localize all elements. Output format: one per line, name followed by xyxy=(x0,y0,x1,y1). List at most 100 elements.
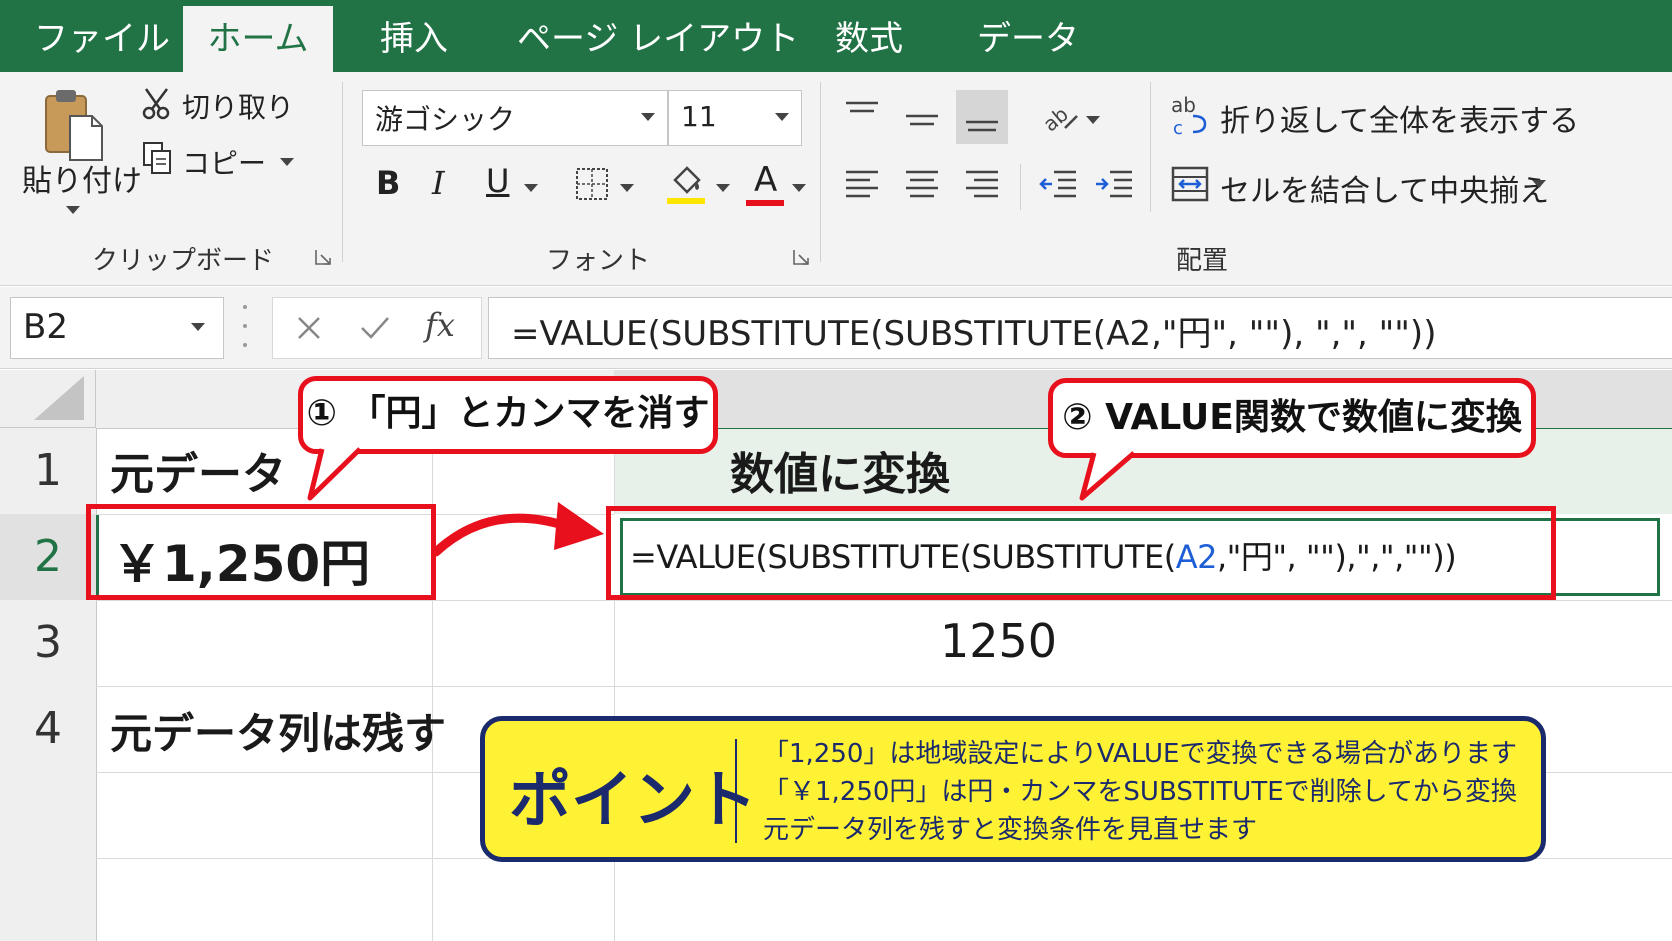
group-separator xyxy=(820,82,821,262)
row-header-4[interactable]: 4 xyxy=(0,686,97,773)
wrap-text-button[interactable]: 折り返して全体を表示する xyxy=(1220,96,1579,140)
gridline xyxy=(96,600,1672,601)
select-all-corner[interactable] xyxy=(0,370,96,428)
clipboard-paste-icon xyxy=(45,90,103,161)
borders-icon[interactable] xyxy=(572,164,612,204)
align-right-icon[interactable] xyxy=(960,164,1004,204)
insert-function-button[interactable]: fx xyxy=(425,306,455,344)
font-color-dropdown-caret[interactable] xyxy=(792,184,806,192)
worksheet-grid: A B 1 2 3 4 元データ 数値に変換 ￥1,250円 =VALUE(SU… xyxy=(0,370,1672,941)
fill-color-icon[interactable] xyxy=(666,162,706,206)
row-header-6[interactable] xyxy=(0,858,97,941)
group-separator xyxy=(1150,82,1151,212)
b2-highlight-box xyxy=(606,506,1556,600)
ribbon: 貼り付け 切り取り コピー クリップボード 游ゴシック 11 B I U A フ… xyxy=(0,72,1672,286)
bold-button[interactable]: B xyxy=(376,164,400,202)
point-line-2: 「￥1,250円」は円・カンマをSUBSTITUTEで削除してから変換 xyxy=(763,777,1517,807)
cancel-icon[interactable] xyxy=(291,310,327,346)
tab-home[interactable]: ホーム xyxy=(183,6,333,72)
group-separator xyxy=(342,82,343,262)
borders-dropdown-caret[interactable] xyxy=(620,184,634,192)
decrease-indent-icon[interactable] xyxy=(1036,164,1080,204)
enter-check-icon[interactable] xyxy=(357,310,393,346)
row-header-2[interactable]: 2 xyxy=(0,514,99,601)
formula-bar-grip[interactable] xyxy=(240,305,250,347)
copy-dropdown-caret[interactable] xyxy=(280,158,294,166)
dialog-launcher-icon[interactable] xyxy=(314,248,332,266)
group-separator xyxy=(1020,164,1021,210)
align-bottom-icon[interactable] xyxy=(956,90,1008,144)
cell-a4[interactable]: 元データ列は残す xyxy=(110,700,446,761)
merge-center-icon[interactable] xyxy=(1168,162,1212,206)
copy-icon xyxy=(140,140,174,176)
point-note-box: ポイント 「1,250」は地域設定によりVALUEで変換できる場合があります 「… xyxy=(480,716,1546,862)
row-header-3[interactable]: 3 xyxy=(0,600,97,687)
tab-data[interactable]: データ xyxy=(977,14,1079,72)
scissors-icon xyxy=(140,86,174,122)
tab-file[interactable]: ファイル xyxy=(34,14,170,72)
fill-color-dropdown-caret[interactable] xyxy=(716,184,730,192)
point-body: 「1,250」は地域設定によりVALUEで変換できる場合があります 「￥1,25… xyxy=(763,735,1517,849)
font-group-label: フォント xyxy=(546,246,651,276)
arrow-icon xyxy=(431,502,604,557)
svg-text:ab: ab xyxy=(1039,102,1073,136)
fill-color-swatch xyxy=(667,198,705,204)
clipboard-group-label: クリップボード xyxy=(92,246,275,276)
point-line-3: 元データ列を残すと変換条件を見直せます xyxy=(763,815,1258,845)
copy-button[interactable]: コピー xyxy=(182,142,266,182)
font-color-swatch xyxy=(746,200,784,206)
tab-insert[interactable]: 挿入 xyxy=(380,14,448,72)
paste-label[interactable]: 貼り付け xyxy=(22,156,142,200)
alignment-group-label: 配置 xyxy=(1176,246,1229,276)
chevron-down-icon xyxy=(191,323,205,331)
cell-b3[interactable]: 1250 xyxy=(940,614,1057,668)
font-size-value: 11 xyxy=(681,100,717,133)
italic-button[interactable]: I xyxy=(432,164,445,202)
callout-step-2: ② VALUE関数で数値に変換 xyxy=(1048,378,1536,458)
ribbon-tab-bar: ファイル ホーム 挿入 ページ レイアウト 数式 データ xyxy=(0,0,1672,72)
paste-button[interactable] xyxy=(40,86,110,164)
font-name-dropdown[interactable]: 游ゴシック xyxy=(362,90,668,146)
cut-button[interactable]: 切り取り xyxy=(182,86,294,126)
formula-input[interactable]: =VALUE(SUBSTITUTE(SUBSTITUTE(A2,"円", "")… xyxy=(488,297,1672,359)
font-color-button[interactable]: A xyxy=(754,160,777,200)
align-center-icon[interactable] xyxy=(900,164,944,204)
svg-text:c: c xyxy=(1173,118,1183,139)
name-box[interactable]: B2 xyxy=(10,297,224,359)
row-header-1[interactable]: 1 xyxy=(0,428,97,515)
paste-dropdown-caret[interactable] xyxy=(66,206,80,214)
a2-highlight-box xyxy=(86,504,436,600)
point-divider xyxy=(735,739,737,843)
chevron-down-icon xyxy=(775,113,789,121)
dialog-launcher-icon[interactable] xyxy=(792,248,810,266)
font-size-dropdown[interactable]: 11 xyxy=(668,90,802,146)
formula-text: =VALUE(SUBSTITUTE(SUBSTITUTE(A2,"円", "")… xyxy=(511,314,1437,354)
callout-tail xyxy=(1079,450,1136,501)
cell-b1[interactable]: 数値に変換 xyxy=(730,438,950,502)
formula-buttons: fx xyxy=(272,297,482,359)
orientation-icon[interactable]: ab xyxy=(1036,96,1086,140)
merge-dropdown-caret[interactable] xyxy=(1532,180,1546,188)
align-middle-icon[interactable] xyxy=(900,102,944,142)
name-box-value: B2 xyxy=(23,307,68,347)
cell-a1[interactable]: 元データ xyxy=(110,438,286,502)
orientation-dropdown-caret[interactable] xyxy=(1086,116,1100,124)
gridline xyxy=(96,686,1672,687)
formula-bar: B2 fx =VALUE(SUBSTITUTE(SUBSTITUTE(A2,"円… xyxy=(0,287,1672,369)
callout-tail xyxy=(307,446,362,501)
point-title: ポイント xyxy=(509,763,758,836)
underline-button[interactable]: U xyxy=(486,162,509,200)
tab-formulas[interactable]: 数式 xyxy=(835,14,903,72)
chevron-down-icon xyxy=(641,113,655,121)
font-name-value: 游ゴシック xyxy=(375,103,516,136)
wrap-text-icon[interactable]: ab c xyxy=(1168,92,1212,140)
align-top-icon[interactable] xyxy=(840,94,884,134)
increase-indent-icon[interactable] xyxy=(1092,164,1136,204)
align-left-icon[interactable] xyxy=(840,164,884,204)
row-header-5[interactable] xyxy=(0,772,97,859)
merge-center-button[interactable]: セルを結合して中央揃え xyxy=(1220,166,1549,210)
callout-step-1: ① 「円」とカンマを消す xyxy=(298,376,718,454)
wrap-icon-ab: ab xyxy=(1171,93,1196,117)
tab-page-layout[interactable]: ページ レイアウト xyxy=(517,14,799,72)
underline-dropdown-caret[interactable] xyxy=(524,184,538,192)
